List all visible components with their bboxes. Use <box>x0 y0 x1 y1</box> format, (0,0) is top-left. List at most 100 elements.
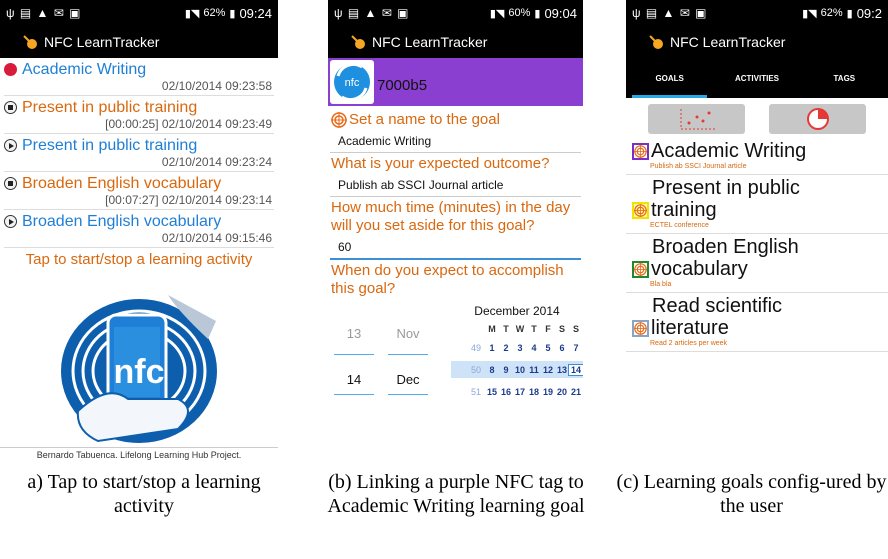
calendar-day[interactable]: 17 <box>513 387 527 397</box>
activity-name: Present in public training <box>22 99 198 116</box>
play-icon[interactable] <box>4 139 17 152</box>
nfc-tag-header: nfc 7000b5 <box>328 58 583 106</box>
activity-row[interactable]: Academic Writing 02/10/2014 09:23:58 <box>0 58 278 96</box>
goal-tag-icon <box>632 143 649 160</box>
calendar-day[interactable]: 19 <box>541 387 555 397</box>
stop-icon[interactable] <box>4 177 17 190</box>
date-wheel[interactable]: 13 Nov 14 Dec <box>328 298 443 418</box>
activity-time: [00:00:25] 02/10/2014 09:23:49 <box>4 117 274 134</box>
activity-list: Academic Writing 02/10/2014 09:23:58 Pre… <box>0 58 278 248</box>
calendar-day[interactable]: 7 <box>569 343 583 353</box>
wheel-divider <box>388 354 428 355</box>
notification-icons: ψ ▤ ▲ ✉ ▣ <box>632 6 708 20</box>
pie-chart-button[interactable] <box>769 104 866 134</box>
calendar-day[interactable]: 9 <box>499 365 513 375</box>
status-right: ▮◥ 62% ▮ 09:24 <box>185 6 272 21</box>
nfc-tag-icon: nfc <box>330 60 374 104</box>
week-number: 49 <box>470 342 481 353</box>
goal-name: Present in public <box>652 177 800 199</box>
caption-a: a) Tap to start/stop a learning activity <box>27 471 261 517</box>
stop-icon[interactable] <box>4 101 17 114</box>
calendar-day[interactable]: 16 <box>499 387 513 397</box>
play-icon[interactable] <box>4 215 17 228</box>
tab-bar: GOALS ACTIVITIES TAGS <box>626 58 888 98</box>
goal-name: Read scientific <box>652 295 783 317</box>
goal-outcome: Publish ab SSCI Journal article <box>650 163 747 170</box>
screen-link-tag: ψ ▤ ▲ ✉ ▣ ▮◥ 60% ▮ 09:04 NFC LearnTracke… <box>328 0 583 463</box>
calendar-day[interactable]: 4 <box>527 343 541 353</box>
calendar-day[interactable]: 5 <box>541 343 555 353</box>
calendar-day[interactable]: 6 <box>555 343 569 353</box>
calendar-day[interactable]: 21 <box>569 387 583 397</box>
activity-name: Academic Writing <box>22 61 147 78</box>
activity-row[interactable]: Present in public training 02/10/2014 09… <box>0 134 278 172</box>
target-icon <box>634 145 647 158</box>
activity-row[interactable]: Present in public training [00:00:25] 02… <box>0 96 278 134</box>
tab-goals[interactable]: GOALS <box>626 58 713 98</box>
calendar-day[interactable]: 20 <box>555 387 569 397</box>
wheel-divider <box>334 354 374 355</box>
calendar-day[interactable]: 18 <box>527 387 541 397</box>
minutes-input[interactable]: 60 <box>330 235 581 260</box>
wheel-month-prev[interactable]: Nov <box>388 326 428 341</box>
wheel-day-prev[interactable]: 13 <box>334 326 374 341</box>
signal-icon: ▮◥ <box>184 7 200 20</box>
goal-name-input[interactable]: Academic Writing <box>330 129 581 153</box>
calendar-day[interactable]: 13 <box>555 365 569 375</box>
scatter-chart-button[interactable] <box>648 104 745 134</box>
recording-icon <box>4 63 17 76</box>
app-title: NFC LearnTracker <box>670 34 786 50</box>
wheel-divider <box>388 394 428 395</box>
app-bar: NFC LearnTracker <box>0 26 278 58</box>
battery-level: 62% <box>820 7 843 19</box>
activity-name: Broaden English vocabulary <box>22 175 222 192</box>
activity-row[interactable]: Broaden English vocabulary [00:07:27] 02… <box>0 172 278 210</box>
week-number: 51 <box>470 386 481 397</box>
wheel-month[interactable]: Dec <box>388 372 428 387</box>
tag-id: 7000b5 <box>377 76 428 94</box>
calendar-weekdays: M T W T F S S <box>451 324 583 334</box>
calendar-day[interactable]: 2 <box>499 343 513 353</box>
goal-name: Broaden English <box>652 236 799 258</box>
credit-line: Bernardo Tabuenca. Lifelong Learning Hub… <box>0 447 278 463</box>
weekday: T <box>503 324 509 334</box>
tab-activities[interactable]: ACTIVITIES <box>713 58 800 98</box>
goal-outcome: Bla bla <box>650 281 672 288</box>
activity-row[interactable]: Broaden English vocabulary 02/10/2014 09… <box>0 210 278 248</box>
goal-item[interactable]: Broaden English vocabulary Bla bla <box>626 234 888 293</box>
activity-time: [00:07:27] 02/10/2014 09:23:14 <box>4 193 274 210</box>
activity-time: 02/10/2014 09:23:58 <box>4 79 274 96</box>
activity-time: 02/10/2014 09:15:46 <box>4 231 274 248</box>
status-bar: ψ ▤ ▲ ✉ ▣ ▮◥ 62% ▮ 09:2 <box>626 0 888 26</box>
calendar-day[interactable]: 8 <box>485 365 499 375</box>
target-icon <box>634 263 647 276</box>
app-logo-icon <box>649 35 663 49</box>
date-picker[interactable]: 13 Nov 14 Dec December 2014 M T W T F S … <box>328 298 583 418</box>
battery-icon: ▮ <box>846 7 853 20</box>
clock: 09:2 <box>856 5 882 21</box>
calendar-day[interactable]: 1 <box>485 343 499 353</box>
calendar-day-selected[interactable]: 14 <box>568 363 583 376</box>
clock: 09:24 <box>239 5 272 21</box>
scatter-chart-icon <box>680 109 715 130</box>
calendar-day[interactable]: 11 <box>527 365 541 375</box>
status-bar: ψ ▤ ▲ ✉ ▣ ▮◥ 60% ▮ 09:04 <box>328 0 583 26</box>
nfc-tag-logo-text: nfc <box>345 77 360 89</box>
outcome-input[interactable]: Publish ab SSCI Journal article <box>330 173 581 197</box>
calendar-day[interactable]: 12 <box>541 365 555 375</box>
wheel-day[interactable]: 14 <box>334 372 374 387</box>
weekday: S <box>558 324 565 334</box>
calendar-day[interactable]: 3 <box>513 343 527 353</box>
calendar[interactable]: December 2014 M T W T F S S 49 1 2 3 4 5… <box>451 304 583 400</box>
goal-item[interactable]: Academic Writing Publish ab SSCI Journal… <box>626 138 888 175</box>
goal-item[interactable]: Read scientific literature Read 2 articl… <box>626 293 888 352</box>
calendar-day[interactable]: 15 <box>485 387 499 397</box>
goal-name: Academic Writing <box>651 140 807 162</box>
caption-b: (b) Linking a purple NFC tag to Academic… <box>327 471 585 517</box>
calendar-day[interactable]: 10 <box>513 365 527 375</box>
goal-name-cont: vocabulary <box>651 258 748 280</box>
tab-tags[interactable]: TAGS <box>801 58 888 98</box>
goal-item[interactable]: Present in public training ECTEL confere… <box>626 175 888 234</box>
week-number: 50 <box>470 364 481 375</box>
screen-goals: ψ ▤ ▲ ✉ ▣ ▮◥ 62% ▮ 09:2 NFC LearnTracker… <box>626 0 888 463</box>
